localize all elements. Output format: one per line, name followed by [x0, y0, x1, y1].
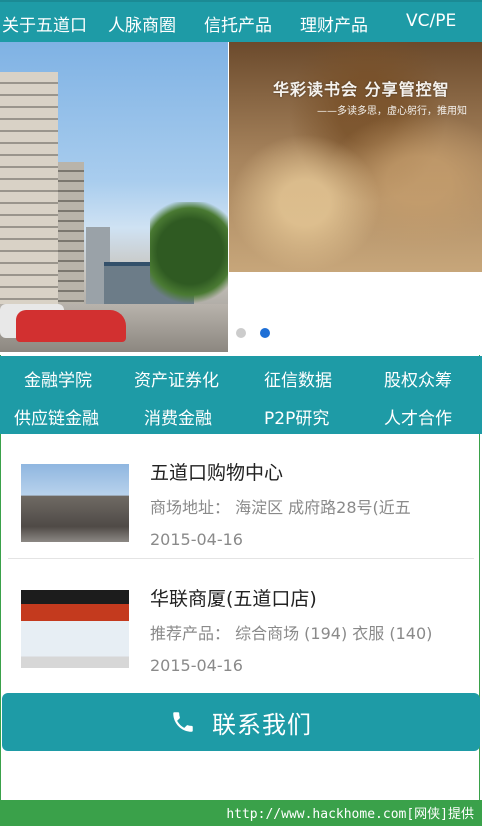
nav-item-trust[interactable]: 信托产品	[204, 11, 272, 36]
list-item-title: 五道口购物中心	[150, 462, 284, 484]
nav-item-network[interactable]: 人脉商圈	[108, 11, 176, 36]
carousel-indicator	[236, 328, 270, 338]
banner-image-bookclub[interactable]: 华彩读书会 分享管控智 ——多读多思，虚心躬行，推用知	[229, 42, 482, 272]
banner-carousel[interactable]: 华彩读书会 分享管控智 ——多读多思，虚心躬行，推用知	[0, 42, 482, 355]
menu-item-equity-crowdfunding[interactable]: 股权众筹	[384, 366, 452, 391]
banner-subtitle: ——多读多思，虚心躬行，推用知	[317, 106, 467, 117]
list-item-thumbnail	[21, 590, 129, 668]
list-item-info: 商场地址： 海淀区 成府路28号(近五	[150, 498, 411, 517]
banner-image-building[interactable]	[0, 42, 228, 352]
menu-item-credit-data[interactable]: 征信数据	[264, 366, 332, 391]
list-item-info: 推荐产品： 综合商场 (194) 衣服 (140)	[150, 624, 433, 643]
contact-us-label: 联系我们	[212, 710, 312, 739]
list-item-date: 2015-04-16	[150, 656, 243, 675]
list-item-thumbnail	[21, 464, 129, 542]
menu-item-finance-academy[interactable]: 金融学院	[24, 366, 92, 391]
contact-us-button[interactable]: 联系我们	[2, 693, 480, 751]
nav-item-vcpe[interactable]: VC/PE	[406, 11, 456, 31]
carousel-dot-2[interactable]	[260, 328, 270, 338]
menu-item-consumer-finance[interactable]: 消费金融	[144, 404, 212, 429]
nav-item-wealth[interactable]: 理财产品	[300, 11, 368, 36]
watermark-text: http://www.hackhome.com[网侠]提供	[226, 807, 474, 822]
menu-item-talent[interactable]: 人才合作	[384, 404, 452, 429]
list-item-title: 华联商厦(五道口店)	[150, 588, 317, 610]
menu-item-p2p-research[interactable]: P2P研究	[264, 404, 329, 429]
carousel-dot-1[interactable]	[236, 328, 246, 338]
top-nav: 关于五道口 人脉商圈 信托产品 理财产品 VC/PE	[0, 0, 482, 42]
banner-title: 华彩读书会 分享管控智	[273, 80, 450, 99]
list-item[interactable]: 五道口购物中心 商场地址： 海淀区 成府路28号(近五 2015-04-16	[8, 434, 474, 559]
list-item[interactable]: 华联商厦(五道口店) 推荐产品： 综合商场 (194) 衣服 (140) 201…	[8, 560, 474, 684]
list-item-date: 2015-04-16	[150, 530, 243, 549]
nav-item-about[interactable]: 关于五道口	[2, 11, 87, 36]
phone-icon	[173, 712, 193, 732]
menu-item-securitization[interactable]: 资产证券化	[134, 366, 219, 391]
category-menu: 金融学院 资产证券化 征信数据 股权众筹 供应链金融 消费金融 P2P研究 人才…	[0, 356, 482, 434]
menu-item-supply-chain[interactable]: 供应链金融	[14, 404, 99, 429]
footer-bar: http://www.hackhome.com[网侠]提供	[0, 800, 482, 826]
